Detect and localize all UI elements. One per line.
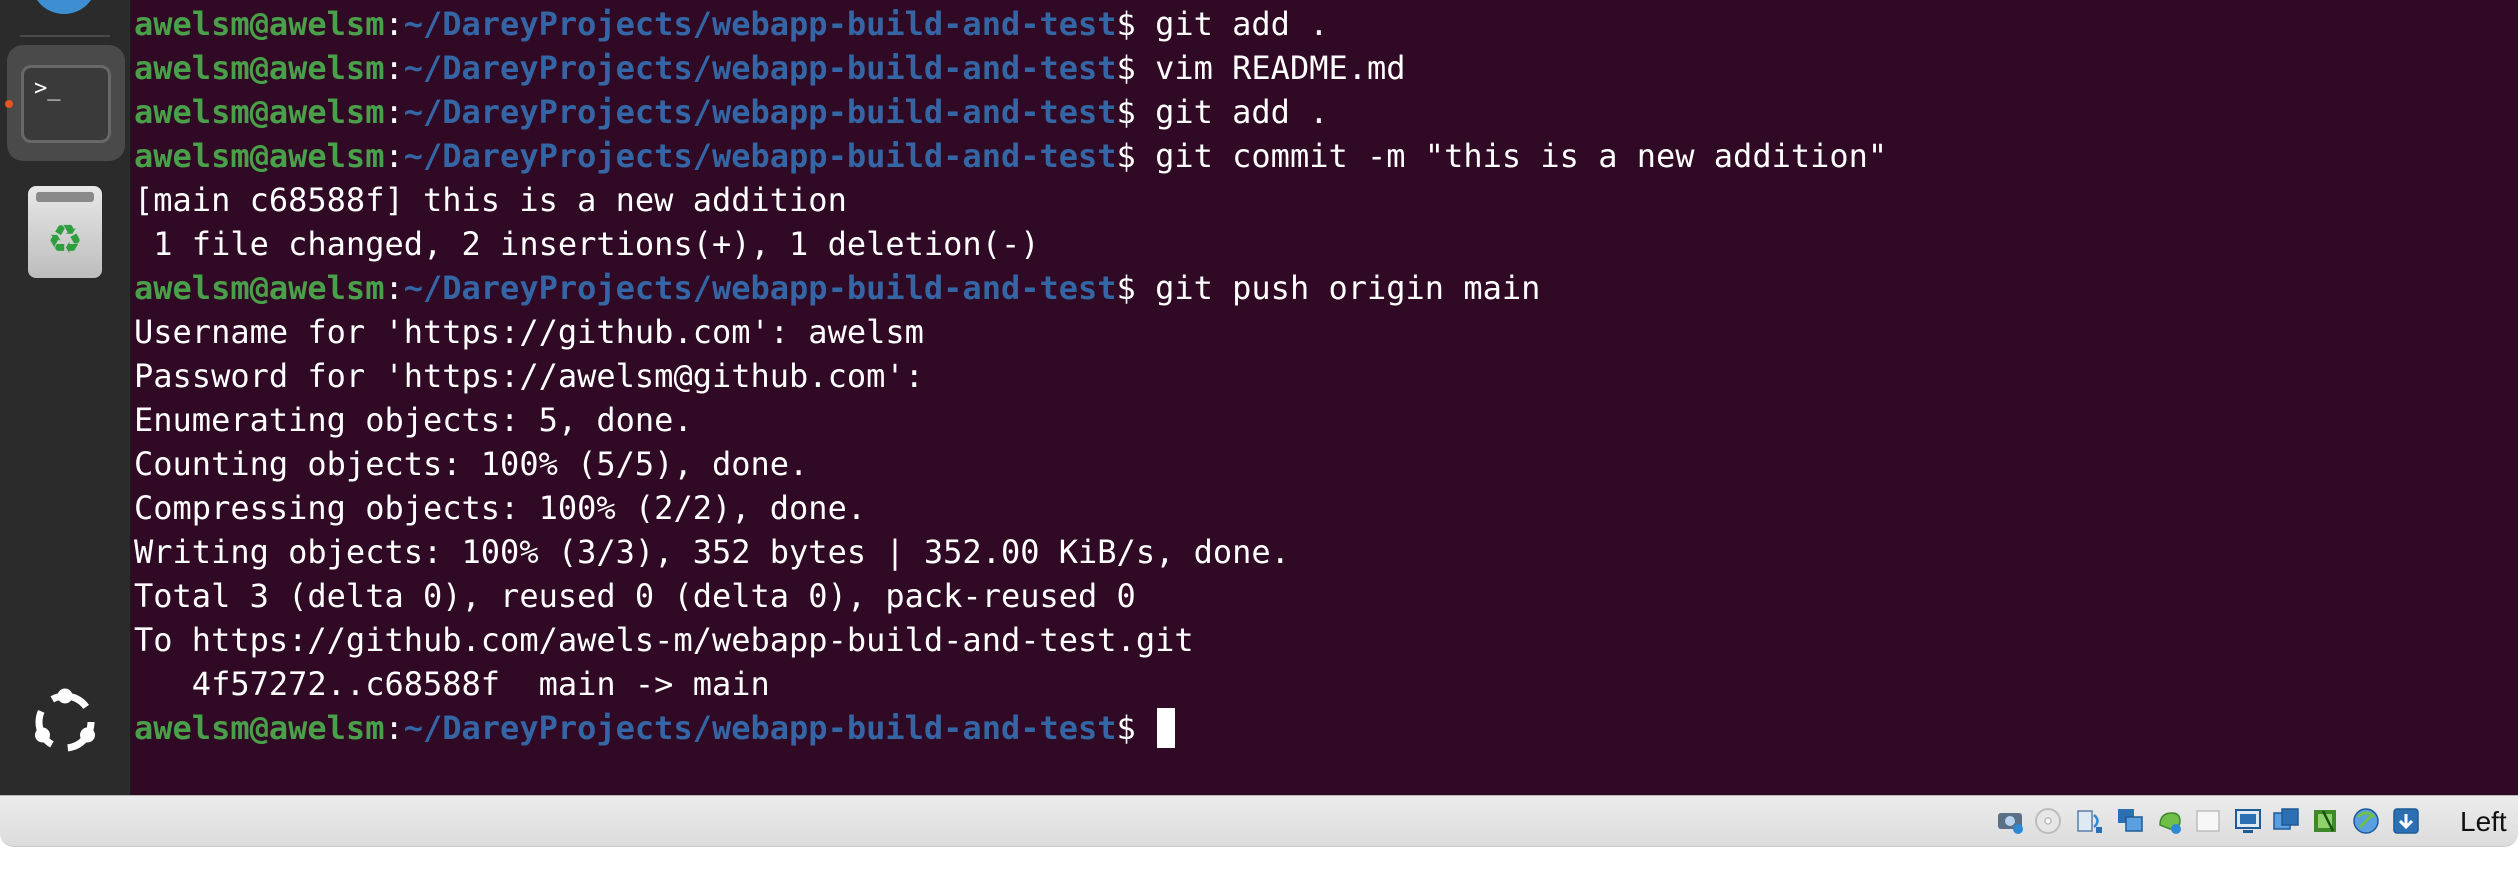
dock-terminal-button[interactable]: >_	[7, 45, 125, 161]
output-line: Password for 'https://awelsm@github.com'…	[134, 357, 924, 395]
audio-icon[interactable]	[2074, 805, 2106, 837]
optical-drive-icon[interactable]	[2032, 805, 2064, 837]
prompt-path: ~/DareyProjects/webapp-build-and-test	[403, 49, 1117, 87]
vm-status-bar: Left ⌘	[0, 795, 2518, 872]
output-line: Compressing objects: 100% (2/2), done.	[134, 489, 867, 527]
prompt-path: ~/DareyProjects/webapp-build-and-test	[403, 709, 1117, 747]
text-cursor	[1157, 708, 1176, 748]
ubuntu-logo-icon[interactable]	[28, 685, 102, 759]
prompt-user: awelsm@awelsm	[134, 5, 385, 43]
prompt-path: ~/DareyProjects/webapp-build-and-test	[403, 5, 1117, 43]
running-indicator	[5, 100, 13, 108]
prompt-line: awelsm@awelsm:~/DareyProjects/webapp-bui…	[134, 134, 1887, 178]
prompt-user: awelsm@awelsm	[134, 269, 385, 307]
output-line: 4f57272..c68588f main -> main	[134, 665, 770, 703]
prompt-dollar: $	[1116, 93, 1156, 131]
prompt-colon: :	[384, 137, 404, 175]
prompt-path: ~/DareyProjects/webapp-build-and-test	[403, 137, 1117, 175]
terminal-icon: >_	[21, 65, 111, 143]
screen-recording-icon[interactable]	[2270, 805, 2302, 837]
prompt-colon: :	[384, 269, 404, 307]
prompt-line: awelsm@awelsm:~/DareyProjects/webapp-bui…	[134, 706, 1887, 750]
mouse-integration-icon[interactable]	[2350, 805, 2382, 837]
prompt-colon: :	[384, 5, 404, 43]
command-text: git add .	[1155, 5, 1329, 43]
recycle-icon: ♻	[47, 217, 83, 263]
trash-lid	[36, 192, 94, 202]
command-text: git add .	[1155, 93, 1329, 131]
keyboard-icon[interactable]	[2390, 805, 2422, 837]
usb-icon[interactable]	[2154, 805, 2186, 837]
prompt-line: awelsm@awelsm:~/DareyProjects/webapp-bui…	[134, 90, 1887, 134]
dock-separator	[20, 35, 110, 37]
prompt-dollar: $	[1116, 49, 1156, 87]
prompt-user: awelsm@awelsm	[134, 137, 385, 175]
dock-app-icon[interactable]	[31, 0, 97, 14]
prompt-dollar: $	[1116, 709, 1156, 747]
prompt-colon: :	[384, 709, 404, 747]
prompt-user: awelsm@awelsm	[134, 49, 385, 87]
output-line: Counting objects: 100% (5/5), done.	[134, 445, 809, 483]
prompt-path: ~/DareyProjects/webapp-build-and-test	[403, 269, 1117, 307]
prompt-line: awelsm@awelsm:~/DareyProjects/webapp-bui…	[134, 46, 1887, 90]
shared-folder-icon[interactable]	[2192, 805, 2224, 837]
terminal-output: awelsm@awelsm:~/DareyProjects/webapp-bui…	[134, 2, 1887, 750]
output-line: Enumerating objects: 5, done.	[134, 401, 693, 439]
prompt-path: ~/DareyProjects/webapp-build-and-test	[403, 93, 1117, 131]
output-line: To https://github.com/awels-m/webapp-bui…	[134, 621, 1194, 659]
prompt-user: awelsm@awelsm	[134, 93, 385, 131]
prompt-dollar: $	[1116, 269, 1156, 307]
output-line: Total 3 (delta 0), reused 0 (delta 0), p…	[134, 577, 1136, 615]
prompt-line: awelsm@awelsm:~/DareyProjects/webapp-bui…	[134, 2, 1887, 46]
ubuntu-dock: >_ ♻	[0, 0, 131, 795]
output-line: Username for 'https://github.com': awels…	[134, 313, 924, 351]
network-icon[interactable]	[2114, 805, 2146, 837]
command-text: git push origin main	[1155, 269, 1541, 307]
display-icon[interactable]	[2232, 805, 2264, 837]
output-line: Writing objects: 100% (3/3), 352 bytes |…	[134, 533, 1290, 571]
output-line: 1 file changed, 2 insertions(+), 1 delet…	[134, 225, 1040, 263]
status-bar-panel: Left ⌘	[0, 795, 2518, 847]
prompt-dollar: $	[1116, 5, 1156, 43]
dock-trash-button[interactable]: ♻	[28, 186, 102, 278]
output-line: [main c68588f] this is a new addition	[134, 181, 847, 219]
hard-disk-icon[interactable]	[1994, 805, 2026, 837]
terminal-window[interactable]: awelsm@awelsm:~/DareyProjects/webapp-bui…	[131, 0, 2518, 795]
prompt-colon: :	[384, 49, 404, 87]
host-key-label: Left ⌘	[2460, 806, 2518, 837]
prompt-user: awelsm@awelsm	[134, 709, 385, 747]
command-text: git commit -m "this is a new addition"	[1155, 137, 1888, 175]
prompt-dollar: $	[1116, 137, 1156, 175]
prompt-colon: :	[384, 93, 404, 131]
cpu-icon[interactable]	[2309, 805, 2341, 837]
prompt-line: awelsm@awelsm:~/DareyProjects/webapp-bui…	[134, 266, 1887, 310]
command-text: vim README.md	[1155, 49, 1406, 87]
